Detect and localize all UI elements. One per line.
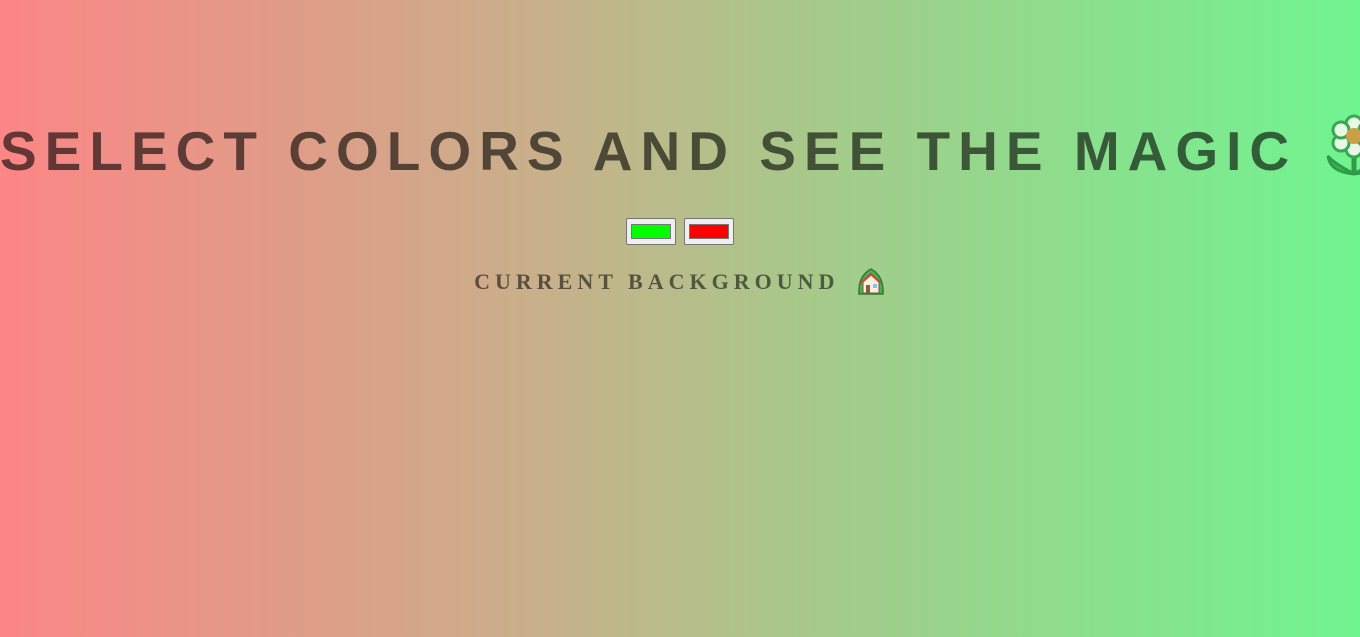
color-picker-2[interactable] [684, 218, 734, 245]
color-pickers [0, 218, 1360, 245]
color-picker-2-swatch [689, 224, 729, 239]
house-icon [858, 268, 884, 295]
color-picker-1[interactable] [626, 218, 676, 245]
flower-icon [1326, 114, 1360, 176]
current-background-label: CURRENT BACKGROUND [0, 266, 1360, 298]
color-picker-1-swatch [631, 224, 671, 239]
page-title: SELECT COLORS AND SEE THE MAGIC [0, 112, 1360, 185]
current-background-text: CURRENT BACKGROUND [474, 269, 840, 294]
page-title-text: SELECT COLORS AND SEE THE MAGIC [0, 120, 1298, 182]
